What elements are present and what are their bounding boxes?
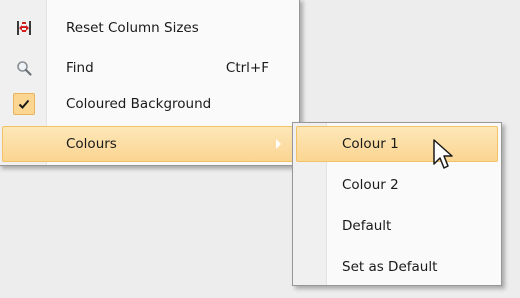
menu-item-reset-column-sizes[interactable]: Reset Column Sizes — [2, 10, 296, 46]
submenu-item-label: Default — [342, 218, 392, 234]
submenu-item-colour-1[interactable]: Colour 1 — [296, 126, 498, 162]
submenu-item-label: Colour 1 — [342, 136, 399, 152]
menu-item-label: Coloured Background — [66, 96, 212, 112]
menu-item-label: Reset Column Sizes — [66, 20, 199, 36]
colours-submenu: Colour 1 Colour 2 Default Set as Default — [292, 122, 502, 286]
menu-item-shortcut: Ctrl+F — [225, 60, 269, 76]
checkmark-icon — [13, 93, 35, 115]
menu-item-label: Colours — [66, 136, 117, 152]
submenu-item-colour-2[interactable]: Colour 2 — [296, 167, 498, 203]
magnifier-icon — [2, 50, 46, 86]
submenu-item-label: Colour 2 — [342, 177, 399, 193]
menu-item-coloured-background[interactable]: Coloured Background — [2, 86, 296, 122]
submenu-item-default[interactable]: Default — [296, 208, 498, 244]
menu-item-colours[interactable]: Colours — [2, 126, 296, 162]
arrow-pointer-icon — [433, 139, 453, 169]
reset-columns-icon — [2, 10, 46, 46]
context-menu: Reset Column Sizes Find Ctrl+F Coloured … — [0, 0, 300, 166]
menu-item-label: Find — [66, 60, 94, 76]
submenu-item-label: Set as Default — [342, 259, 438, 275]
submenu-arrow-icon — [276, 139, 281, 149]
check-indicator — [2, 86, 46, 122]
menu-item-find[interactable]: Find Ctrl+F — [2, 50, 296, 86]
submenu-item-set-as-default[interactable]: Set as Default — [296, 249, 498, 285]
